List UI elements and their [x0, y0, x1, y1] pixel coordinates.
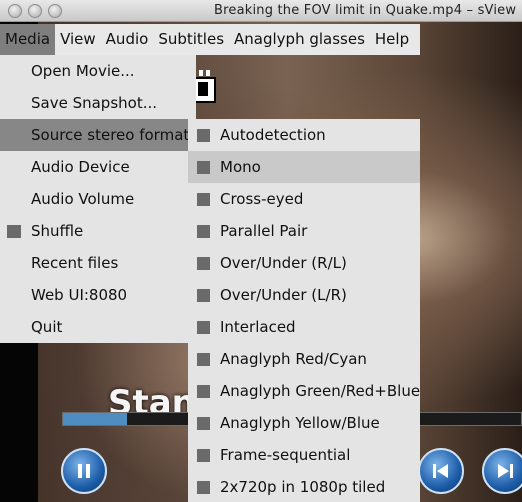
pause-icon — [78, 464, 90, 478]
submenu-item-2x720p-in-1080p-tiled[interactable]: 2x720p in 1080p tiled — [188, 471, 420, 502]
menu-item-open-movie[interactable]: Open Movie... — [0, 55, 196, 87]
submenu-item-anaglyph-green-red-blue[interactable]: Anaglyph Green/Red+Blue — [188, 375, 420, 407]
menu-subtitles[interactable]: Subtitles — [153, 24, 229, 55]
radio-icon — [197, 385, 210, 398]
menu-item-label: Quit — [31, 318, 63, 336]
menu-audio[interactable]: Audio — [101, 24, 154, 55]
menu-item-label: Web UI:8080 — [31, 286, 128, 304]
menu-anaglyph-glasses[interactable]: Anaglyph glasses — [229, 24, 370, 55]
submenu-item-over-under-l-r[interactable]: Over/Under (L/R) — [188, 279, 420, 311]
submenu-item-label: Parallel Pair — [220, 222, 308, 240]
pause-button[interactable] — [61, 448, 107, 494]
menu-item-shuffle[interactable]: Shuffle — [0, 215, 196, 247]
menu-item-web-ui-8080[interactable]: Web UI:8080 — [0, 279, 196, 311]
skip-back-icon — [433, 464, 448, 478]
menu-item-label: Audio Device — [31, 158, 130, 176]
media-menu: Open Movie... Save Snapshot... Source ster… — [0, 55, 196, 343]
radio-icon — [197, 289, 210, 302]
document-icon — [194, 70, 216, 103]
submenu-item-anaglyph-red-cyan[interactable]: Anaglyph Red/Cyan — [188, 343, 420, 375]
submenu-item-label: 2x720p in 1080p tiled — [220, 478, 386, 496]
minimize-window-button[interactable] — [28, 4, 42, 18]
submenu-item-mono[interactable]: Mono — [188, 151, 420, 183]
radio-icon — [197, 321, 210, 334]
submenu-item-label: Mono — [220, 158, 261, 176]
submenu-item-label: Anaglyph Green/Red+Blue — [220, 382, 421, 400]
skip-forward-icon — [498, 464, 513, 478]
menu-view[interactable]: View — [55, 24, 101, 55]
zoom-window-button[interactable] — [48, 4, 62, 18]
menu-item-label: Open Movie... — [31, 62, 135, 80]
submenu-item-over-under-r-l[interactable]: Over/Under (R/L) — [188, 247, 420, 279]
submenu-item-label: Over/Under (R/L) — [220, 254, 347, 272]
menu-item-source-stereo-format[interactable]: Source stereo format — [0, 119, 196, 151]
source-stereo-format-submenu: Autodetection Mono Cross-eyed Parallel Pair… — [188, 119, 420, 502]
seek-bar-progress — [63, 413, 128, 425]
radio-icon — [197, 417, 210, 430]
submenu-item-frame-sequential[interactable]: Frame-sequential — [188, 439, 420, 471]
menu-item-label: Save Snapshot... — [31, 94, 158, 112]
menu-item-label: Source stereo format — [31, 126, 190, 144]
menu-item-save-snapshot[interactable]: Save Snapshot... — [0, 87, 196, 119]
menu-item-audio-device[interactable]: Audio Device — [0, 151, 196, 183]
radio-icon — [197, 193, 210, 206]
menu-help[interactable]: Help — [370, 24, 414, 55]
submenu-item-parallel-pair[interactable]: Parallel Pair — [188, 215, 420, 247]
radio-icon — [197, 481, 210, 494]
submenu-item-label: Frame-sequential — [220, 446, 351, 464]
submenu-item-label: Cross-eyed — [220, 190, 304, 208]
radio-icon — [197, 225, 210, 238]
radio-icon — [197, 161, 210, 174]
submenu-item-autodetection[interactable]: Autodetection — [188, 119, 420, 151]
submenu-item-label: Over/Under (L/R) — [220, 286, 347, 304]
checkbox-icon — [7, 225, 21, 238]
menu-item-label: Audio Volume — [31, 190, 135, 208]
close-window-button[interactable] — [8, 4, 22, 18]
previous-button[interactable] — [418, 448, 464, 494]
submenu-item-interlaced[interactable]: Interlaced — [188, 311, 420, 343]
submenu-item-label: Autodetection — [220, 126, 326, 144]
submenu-item-cross-eyed[interactable]: Cross-eyed — [188, 183, 420, 215]
radio-icon — [197, 129, 210, 142]
submenu-item-label: Anaglyph Yellow/Blue — [220, 414, 380, 432]
menu-item-label: Recent files — [31, 254, 119, 272]
radio-icon — [197, 353, 210, 366]
menu-item-audio-volume[interactable]: Audio Volume — [0, 183, 196, 215]
radio-icon — [197, 257, 210, 270]
menu-item-recent-files[interactable]: Recent files — [0, 247, 196, 279]
menu-item-label: Shuffle — [31, 222, 84, 240]
radio-icon — [197, 449, 210, 462]
next-button[interactable] — [482, 448, 522, 494]
menu-item-quit[interactable]: Quit — [0, 311, 196, 343]
window-title: Breaking the FOV limit in Quake.mp4 – sV… — [214, 3, 517, 18]
menu-bar: Media View Audio Subtitles Anaglyph glas… — [0, 24, 420, 55]
submenu-item-anaglyph-yellow-blue[interactable]: Anaglyph Yellow/Blue — [188, 407, 420, 439]
menu-media[interactable]: Media — [0, 24, 56, 55]
title-bar: Breaking the FOV limit in Quake.mp4 – sV… — [0, 0, 522, 22]
submenu-item-label: Interlaced — [220, 318, 296, 336]
submenu-item-label: Anaglyph Red/Cyan — [220, 350, 367, 368]
